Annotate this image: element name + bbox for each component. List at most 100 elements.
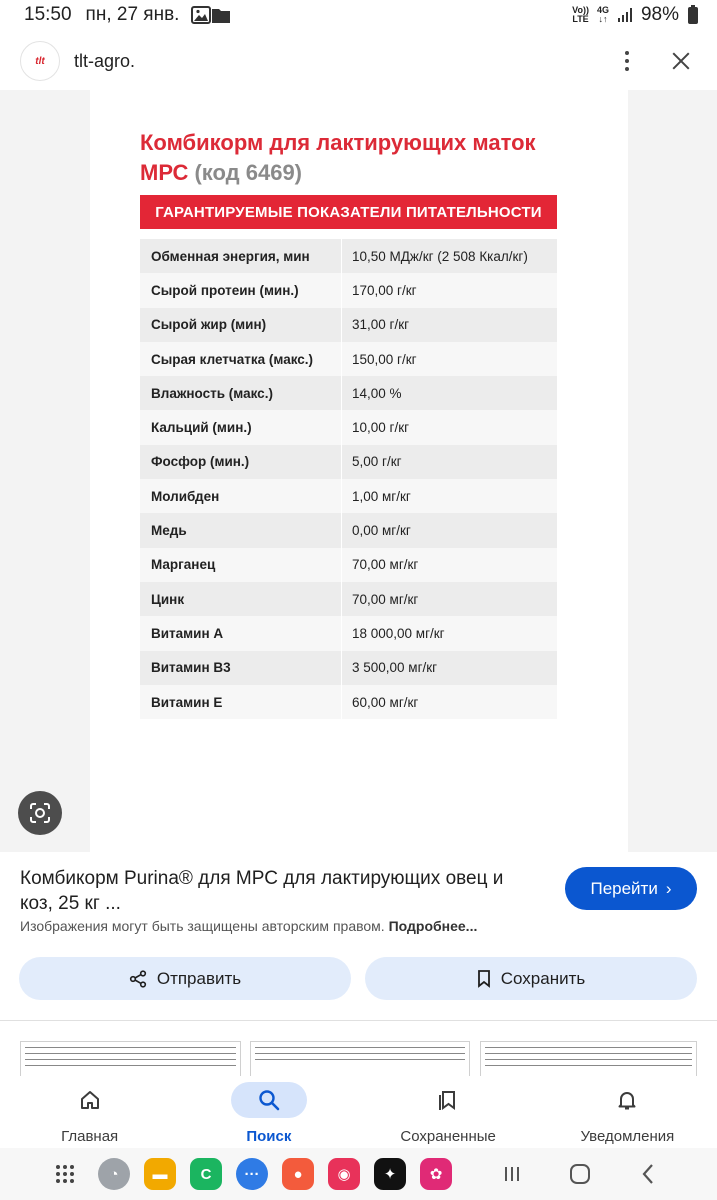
nutrient-value: 1,00 мг/кг [341,479,557,514]
nutrient-value: 150,00 г/кг [341,341,557,377]
status-time: 15:50 [24,4,72,25]
table-row: Кальций (мин.) 10,00 г/кг [140,410,557,445]
site-logo[interactable]: tlt [20,41,60,81]
nav-saved[interactable]: Сохраненные [359,1076,538,1148]
messages-bubble-icon[interactable]: ◔ [98,1158,130,1190]
result-title[interactable]: Комбикорм Purina® для МРС для лактирующи… [20,866,540,916]
nav-notifications[interactable]: Уведомления [538,1076,717,1148]
gallery-icon [191,6,212,24]
search-icon [230,1082,307,1118]
bookmarks-icon [410,1082,486,1118]
table-row: Витамин А 18 000,00 мг/кг [140,616,557,651]
table-row: Витамин Е 60,00 мг/кг [140,684,557,720]
table-row: Цинк 70,00 мг/кг [140,581,557,617]
visit-button-label: Перейти [590,878,658,898]
phone-icon[interactable]: C [190,1158,222,1190]
app-grid-icon[interactable] [56,1165,74,1183]
bell-icon [589,1082,665,1118]
status-date: пн, 27 янв. [85,4,180,25]
network-type-label: 4G [596,5,609,15]
save-button[interactable]: Сохранить [365,957,697,1000]
related-thumbnail[interactable] [20,1041,241,1076]
bottom-navigation: Главная Поиск Сохраненные Уведомления [0,1076,717,1148]
nutrient-value: 70,00 мг/кг [341,581,557,617]
more-options-icon[interactable] [615,41,639,81]
table-row: Медь 0,00 мг/кг [140,513,557,548]
back-button[interactable] [624,1154,672,1194]
chat-icon[interactable]: ··· [236,1158,268,1190]
ai-sparkle-icon[interactable]: ✦ [374,1158,406,1190]
network-type-indicator: 4G ↓↑ [596,5,609,24]
nutrient-value: 3 500,00 мг/кг [341,650,557,685]
signal-icon [617,7,633,23]
nutrient-name: Сырой протеин (мин.) [151,282,299,298]
camera-icon[interactable]: ◉ [328,1158,360,1190]
files-icon[interactable]: ▬ [144,1158,176,1190]
nutrient-value: 170,00 г/кг [341,273,557,308]
related-images [0,1020,717,1076]
nutrient-value: 14,00 % [341,376,557,411]
nutrient-name: Медь [151,523,187,539]
table-row: Влажность (макс.) 14,00 % [140,376,557,411]
nav-home[interactable]: Главная [0,1076,179,1148]
nutrient-value: 5,00 г/кг [341,444,557,480]
nutrient-name: Витамин В3 [151,660,231,676]
chevron-right-icon: › [665,878,672,898]
nutrition-table: Обменная энергия, мин 10,50 МДж/кг (2 508… [140,239,557,720]
nutrient-value: 10,00 г/кг [341,410,557,445]
recents-button[interactable] [488,1154,536,1194]
share-button-label: Отправить [156,968,242,988]
preview-image[interactable]: Комбикорм для лактирующих маток МРС (код… [90,90,628,852]
visit-button[interactable]: Перейти › [565,867,697,910]
recents-icon [505,1167,519,1181]
folder-icon [211,7,231,24]
nutrient-name: Сырая клетчатка (макс.) [151,351,314,367]
close-icon[interactable] [669,49,693,73]
section-banner: ГАРАНТИРУЕМЫЕ ПОКАЗАТЕЛИ ПИТАТЕЛЬНОСТИ [140,195,557,229]
share-button[interactable]: Отправить [19,957,351,1000]
nutrient-name: Сырой жир (мин) [151,317,267,333]
nutrient-value: 70,00 мг/кг [341,547,557,582]
image-preview-area: Комбикорм для лактирующих маток МРС (код… [0,90,717,852]
battery-icon [687,5,699,25]
nav-notifications-label: Уведомления [580,1128,675,1145]
nutrient-value: 0,00 мг/кг [341,513,557,548]
nutrient-value: 10,50 МДж/кг (2 508 Ккал/кг) [341,239,557,274]
table-row: Сырой протеин (мин.) 170,00 г/кг [140,273,557,308]
nutrient-value: 60,00 мг/кг [341,684,557,720]
back-icon [642,1164,653,1184]
battery-level: 98% [640,4,679,25]
nutrient-name: Влажность (макс.) [151,385,273,401]
nav-search[interactable]: Поиск [179,1076,358,1148]
copyright-text: Изображения могут быть защищены авторски… [20,918,385,934]
related-thumbnail[interactable] [250,1041,470,1076]
learn-more-link[interactable]: Подробнее... [389,918,478,934]
nutrient-name: Обменная энергия, мин [151,248,310,264]
table-row: Витамин В3 3 500,00 мг/кг [140,650,557,685]
nutrient-name: Молибден [151,488,220,504]
table-row: Сырая клетчатка (макс.) 150,00 г/кг [140,341,557,377]
nutrient-name: Витамин Е [151,694,223,710]
table-row: Молибден 1,00 мг/кг [140,479,557,514]
bookmark-icon [477,969,490,988]
table-row: Обменная энергия, мин 10,50 МДж/кг (2 508… [140,239,557,274]
viewer-topbar: tlt tlt-agro. [0,36,717,86]
volte-indicator: Vo)) LTE [572,6,589,24]
home-button[interactable] [556,1154,604,1194]
nutrient-name: Кальций (мин.) [151,420,252,436]
site-name[interactable]: tlt-agro. [74,51,135,72]
table-row: Фосфор (мин.) 5,00 г/кг [140,444,557,480]
save-button-label: Сохранить [500,968,586,988]
nav-search-label: Поиск [246,1128,292,1145]
nutrient-name: Витамин А [151,625,224,641]
home-icon [52,1082,128,1118]
nutrient-name: Марганец [151,557,216,573]
nav-saved-label: Сохраненные [400,1128,496,1145]
status-bar: 15:50 пн, 27 янв. Vo)) LTE 4G ↓↑ 98% [0,0,717,30]
flower-gallery-icon[interactable]: ✿ [420,1158,452,1190]
contacts-icon[interactable]: ● [282,1158,314,1190]
copyright-notice: Изображения могут быть защищены авторски… [20,918,477,934]
home-circle-icon [570,1164,590,1184]
lens-button[interactable] [18,791,62,835]
related-thumbnail[interactable] [480,1041,697,1076]
